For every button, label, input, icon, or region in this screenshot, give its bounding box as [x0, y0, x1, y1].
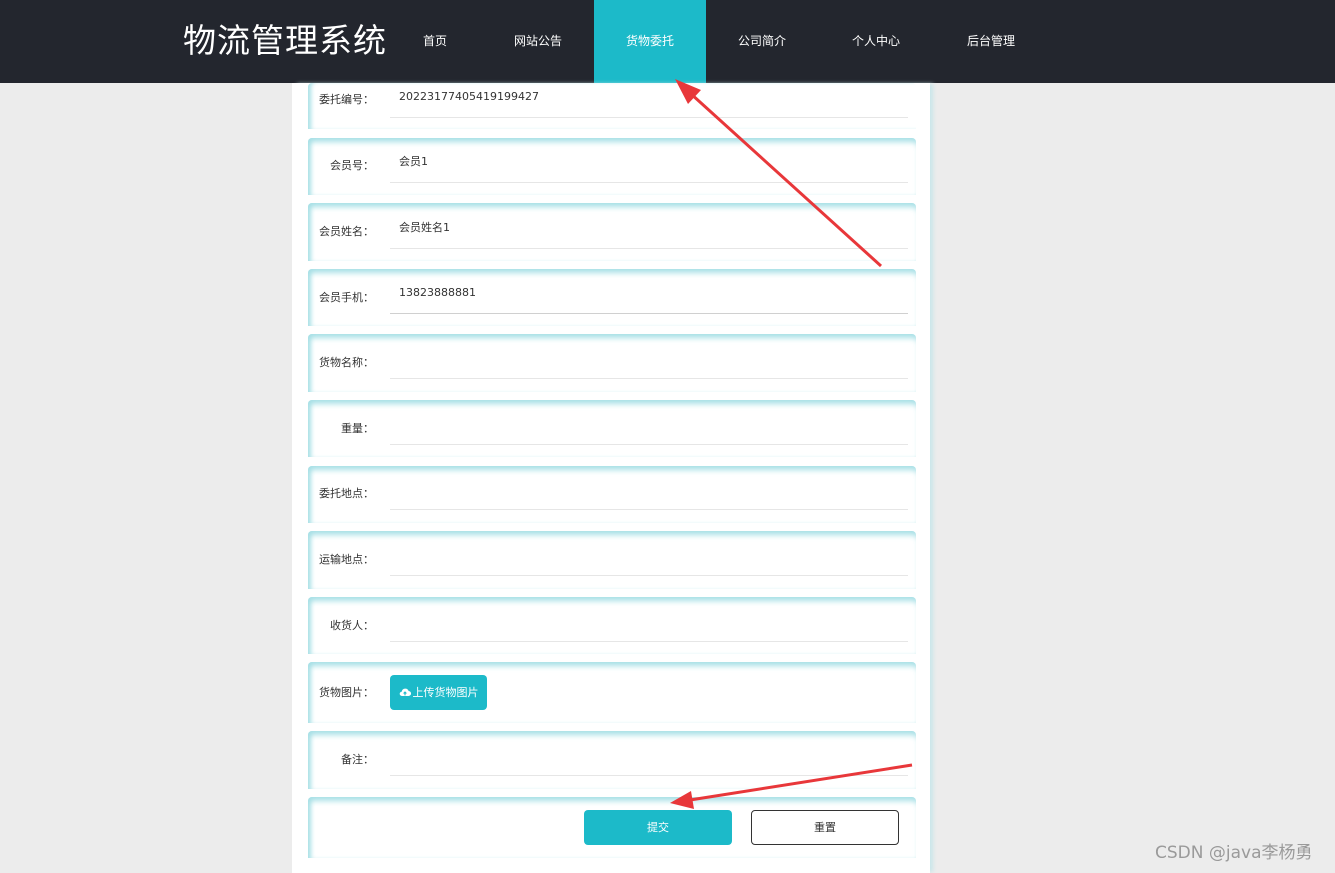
nav-cargo-entrust[interactable]: 货物委托 — [594, 0, 706, 83]
transport-location-input[interactable] — [390, 537, 908, 576]
csdn-watermark: CSDN @java李杨勇 — [1155, 843, 1313, 863]
upload-cargo-image-button[interactable]: 上传货物图片 — [390, 675, 487, 710]
form-row-note: 备注： — [308, 731, 916, 789]
cloud-upload-icon — [399, 688, 411, 697]
form-row-entrust-location: 委托地点： — [308, 466, 916, 523]
form-row-member-name: 会员姓名： 会员姓名1 — [308, 203, 916, 261]
receiver-input[interactable] — [390, 603, 908, 642]
member-no-input[interactable]: 会员1 — [390, 144, 908, 183]
form-row-actions: 提交 重置 — [308, 797, 916, 858]
top-navbar: 物流管理系统 首页 网站公告 货物委托 公司简介 个人中心 后台管理 — [0, 0, 1335, 83]
member-name-input[interactable]: 会员姓名1 — [390, 210, 908, 249]
reset-button[interactable]: 重置 — [751, 810, 899, 845]
form-row-receiver: 收货人： — [308, 597, 916, 654]
nav-personal-center[interactable]: 个人中心 — [820, 0, 932, 83]
field-value: 13823888881 — [399, 286, 476, 299]
form-row-cargo-image: 货物图片： 上传货物图片 — [308, 662, 916, 723]
form-row-cargo-name: 货物名称： — [308, 334, 916, 392]
site-brand: 物流管理系统 — [183, 21, 387, 60]
field-label: 运输地点： — [319, 553, 374, 566]
nav-admin[interactable]: 后台管理 — [935, 0, 1047, 83]
entrust-location-input[interactable] — [390, 471, 908, 510]
field-label: 重量： — [341, 422, 374, 435]
field-label: 委托编号： — [319, 93, 374, 106]
form-row-entrust-no: 委托编号： 20223177405419199427 — [308, 83, 916, 129]
field-value: 20223177405419199427 — [399, 90, 539, 103]
form-row-transport-location: 运输地点： — [308, 531, 916, 589]
entrust-no-input[interactable]: 20223177405419199427 — [390, 79, 908, 118]
form-row-member-phone: 会员手机： 13823888881 — [308, 269, 916, 326]
nav-announcements[interactable]: 网站公告 — [482, 0, 594, 83]
nav-home[interactable]: 首页 — [395, 0, 475, 83]
cargo-name-input[interactable] — [390, 340, 908, 379]
field-label: 收货人： — [330, 619, 374, 632]
field-value: 会员1 — [399, 155, 428, 168]
submit-button[interactable]: 提交 — [584, 810, 732, 845]
upload-button-label: 上传货物图片 — [412, 686, 479, 699]
field-label: 货物名称： — [319, 356, 374, 369]
nav-company-intro[interactable]: 公司简介 — [706, 0, 818, 83]
field-label: 货物图片： — [319, 686, 374, 699]
note-input[interactable] — [390, 737, 908, 776]
field-label: 委托地点： — [319, 487, 374, 500]
field-label: 会员姓名： — [319, 225, 374, 238]
field-label: 备注： — [341, 753, 374, 766]
field-label: 会员手机： — [319, 291, 374, 304]
field-label: 会员号： — [330, 159, 374, 172]
member-phone-input[interactable]: 13823888881 — [390, 275, 908, 314]
form-row-member-no: 会员号： 会员1 — [308, 138, 916, 195]
form-row-weight: 重量： — [308, 400, 916, 457]
weight-input[interactable] — [390, 406, 908, 445]
field-value: 会员姓名1 — [399, 221, 450, 234]
